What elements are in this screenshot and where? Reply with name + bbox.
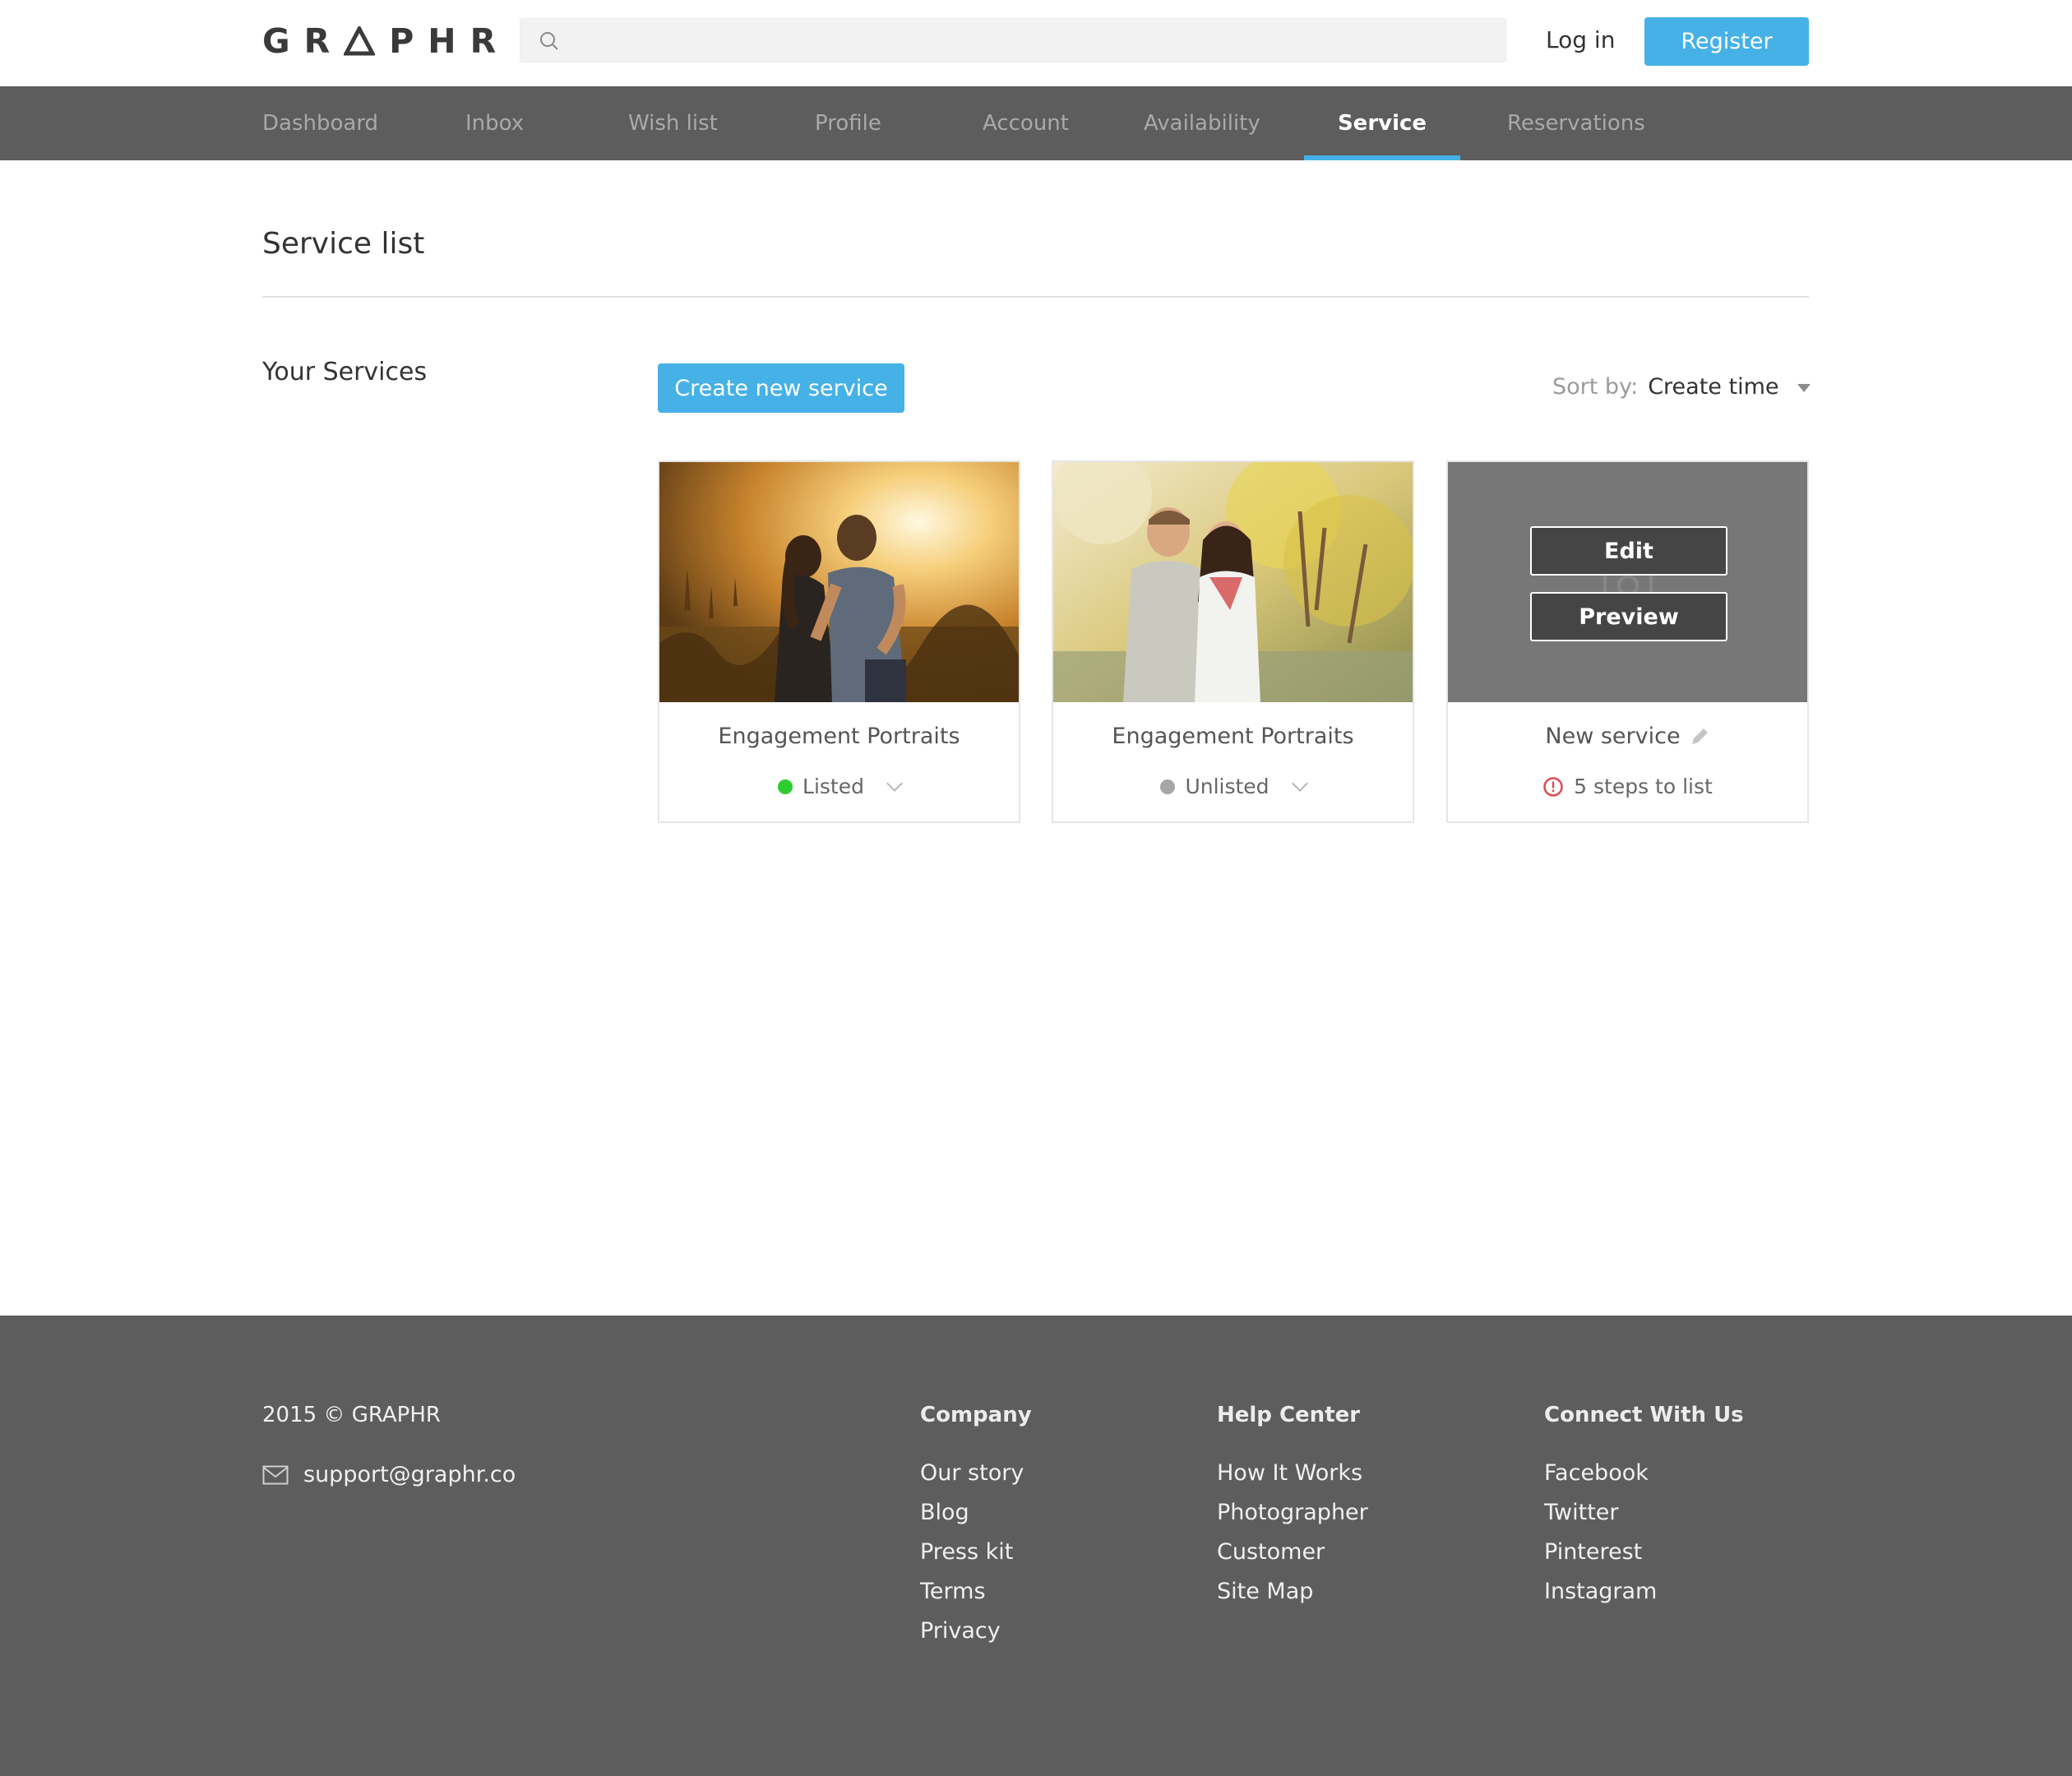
nav-wish-list[interactable]: Wish list <box>628 86 718 160</box>
couple-park-photo <box>1053 462 1413 702</box>
search-icon <box>540 32 558 50</box>
service-card[interactable]: Engagement Portraits Listed <box>658 460 1020 823</box>
edit-button[interactable]: Edit <box>1530 526 1727 576</box>
title-divider <box>262 296 1809 298</box>
caret-down-icon[interactable] <box>1797 383 1811 392</box>
sort-control[interactable]: Sort by: Create time <box>1552 374 1811 400</box>
sort-label: Sort by: <box>1552 374 1639 400</box>
main-nav: Dashboard Inbox Wish list Profile Accoun… <box>0 86 2072 160</box>
mail-icon <box>262 1465 289 1484</box>
search-input[interactable] <box>573 19 1494 62</box>
footer-link[interactable]: Site Map <box>1217 1577 1368 1616</box>
top-header: GR PHR Log in Register <box>0 0 2072 86</box>
page-title: Service list <box>262 227 425 261</box>
footer-link[interactable]: Press kit <box>920 1538 1032 1577</box>
footer-heading: Help Center <box>1217 1403 1361 1427</box>
service-card[interactable]: Engagement Portraits Unlisted <box>1052 460 1414 823</box>
footer-link[interactable]: Photographer <box>1217 1498 1368 1538</box>
footer-column-connect: Connect With Us Facebook Twitter Pintere… <box>1544 1403 1744 1616</box>
footer-link[interactable]: How It Works <box>1217 1459 1368 1498</box>
alert-circle-icon <box>1543 776 1563 797</box>
service-title[interactable]: Engagement Portraits <box>659 724 1019 749</box>
status-dot <box>778 779 793 794</box>
card-hover-overlay: Edit Preview <box>1448 462 1807 702</box>
nav-reservations[interactable]: Reservations <box>1507 86 1645 160</box>
footer-heading: Company <box>920 1403 1032 1427</box>
search-bar[interactable] <box>520 18 1506 62</box>
footer-link[interactable]: Terms <box>920 1577 1032 1616</box>
nav-service[interactable]: Service <box>1304 86 1460 160</box>
nav-inbox[interactable]: Inbox <box>465 86 524 160</box>
status-text: 5 steps to list <box>1574 775 1713 798</box>
login-link[interactable]: Log in <box>1546 26 1615 53</box>
preview-button[interactable]: Preview <box>1530 592 1727 641</box>
footer-link[interactable]: Blog <box>920 1498 1032 1538</box>
footer-column-help-center: Help Center How It Works Photographer Cu… <box>1217 1403 1368 1616</box>
footer-heading: Connect With Us <box>1544 1403 1744 1427</box>
status-dot <box>1160 779 1176 794</box>
chevron-down-icon[interactable] <box>886 775 903 792</box>
footer-link[interactable]: Customer <box>1217 1538 1368 1577</box>
listing-status: 5 steps to list <box>1448 775 1807 798</box>
pencil-icon[interactable] <box>1689 726 1710 747</box>
service-title-row[interactable]: New service <box>1448 724 1807 749</box>
nav-availability[interactable]: Availability <box>1144 86 1260 160</box>
graphr-logo[interactable]: GR PHR <box>262 21 496 61</box>
register-button[interactable]: Register <box>1644 17 1809 66</box>
sort-value[interactable]: Create time <box>1648 374 1778 400</box>
footer-link[interactable]: Instagram <box>1544 1577 1744 1616</box>
service-photo[interactable] <box>1053 462 1413 702</box>
couple-desert-photo <box>659 462 1019 702</box>
footer-link[interactable]: Pinterest <box>1544 1538 1744 1577</box>
section-label: Your Services <box>262 358 428 386</box>
service-title[interactable]: Engagement Portraits <box>1053 724 1413 749</box>
footer-link[interactable]: Facebook <box>1544 1459 1744 1498</box>
chevron-down-icon[interactable] <box>1291 775 1308 792</box>
listing-status[interactable]: Listed <box>659 775 1019 798</box>
listing-status[interactable]: Unlisted <box>1053 775 1413 798</box>
status-text: Unlisted <box>1185 775 1270 798</box>
support-email[interactable]: support@graphr.co <box>262 1462 516 1487</box>
service-photo[interactable] <box>659 462 1019 702</box>
copyright: 2015 © GRAPHR <box>262 1403 441 1427</box>
footer-link[interactable]: Twitter <box>1544 1498 1744 1538</box>
footer-link[interactable]: Privacy <box>920 1616 1032 1656</box>
nav-dashboard[interactable]: Dashboard <box>262 86 378 160</box>
site-footer: 2015 © GRAPHR support@graphr.co Company … <box>0 1316 2072 1776</box>
nav-account[interactable]: Account <box>983 86 1069 160</box>
support-email-text[interactable]: support@graphr.co <box>303 1462 516 1487</box>
create-service-button[interactable]: Create new service <box>658 363 904 413</box>
footer-link[interactable]: Our story <box>920 1459 1032 1498</box>
footer-column-company: Company Our story Blog Press kit Terms P… <box>920 1403 1032 1656</box>
service-card[interactable]: Edit Preview New service 5 steps to list <box>1446 460 1809 823</box>
status-text: Listed <box>802 775 864 798</box>
nav-profile[interactable]: Profile <box>815 86 881 160</box>
logo-triangle-icon <box>344 26 376 56</box>
service-title[interactable]: New service <box>1545 724 1680 749</box>
